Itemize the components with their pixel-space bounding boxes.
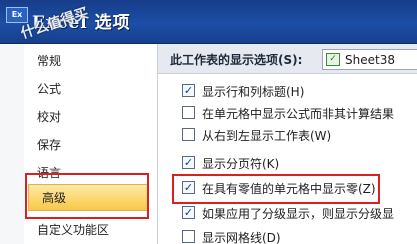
nav-item-formulas[interactable]: 公式 bbox=[24, 76, 158, 103]
excel-options-dialog: Ex Excel 选项 什么值得买 常规 公式 校对 保存 语言 高级 自定义功… bbox=[0, 0, 417, 244]
option-label: 显示网格线(D) bbox=[202, 231, 281, 244]
option-page-breaks[interactable]: ✓ 显示分页符(K) bbox=[158, 152, 417, 174]
checkbox-show-headers[interactable]: ✓ bbox=[182, 84, 195, 97]
option-right-to-left[interactable]: 从右到左显示工作表(W) bbox=[158, 124, 417, 146]
sheet-select[interactable]: ✓ Sheet38 bbox=[322, 49, 417, 70]
section-label: 此工作表的显示选项(S): bbox=[170, 53, 303, 67]
option-label: 在单元格中显示公式而非其计算结果 bbox=[202, 107, 395, 121]
option-show-formulas[interactable]: 在单元格中显示公式而非其计算结果 bbox=[158, 102, 417, 124]
nav-item-customize-ribbon[interactable]: 自定义功能区 bbox=[24, 217, 158, 244]
checkbox-outline-symbols[interactable]: ✓ bbox=[182, 206, 195, 219]
worksheet-icon: ✓ bbox=[326, 53, 340, 66]
option-label: 显示行和列标题(H) bbox=[202, 85, 305, 99]
section-header: 此工作表的显示选项(S): ✓ Sheet38 bbox=[158, 44, 417, 74]
option-label: 如果应用了分级显示，则显示分级显 bbox=[202, 207, 395, 221]
option-label: 显示分页符(K) bbox=[202, 157, 280, 171]
option-show-headers[interactable]: ✓ 显示行和列标题(H) bbox=[158, 80, 417, 102]
nav-item-save[interactable]: 保存 bbox=[24, 132, 158, 159]
advanced-annotation-box bbox=[25, 173, 149, 219]
checkbox-right-to-left[interactable] bbox=[182, 128, 195, 141]
sheet-select-value: Sheet38 bbox=[345, 53, 395, 67]
option-outline-symbols[interactable]: ✓ 如果应用了分级显示，则显示分级显 bbox=[158, 202, 417, 224]
option-label: 从右到左显示工作表(W) bbox=[202, 129, 332, 143]
checkbox-page-breaks[interactable]: ✓ bbox=[182, 156, 195, 169]
show-zero-annotation-box bbox=[172, 174, 380, 204]
checkbox-gridlines[interactable] bbox=[182, 230, 195, 243]
checkbox-show-formulas[interactable] bbox=[182, 106, 195, 119]
options-pane: 此工作表的显示选项(S): ✓ Sheet38 ✓ 显示行和列标题(H) 在单元… bbox=[158, 44, 417, 244]
option-gridlines[interactable]: 显示网格线(D) bbox=[158, 226, 417, 244]
nav-item-proofing[interactable]: 校对 bbox=[24, 104, 158, 131]
title-bar: Ex Excel 选项 什么值得买 bbox=[0, 0, 417, 44]
nav-item-general[interactable]: 常规 bbox=[24, 48, 158, 75]
